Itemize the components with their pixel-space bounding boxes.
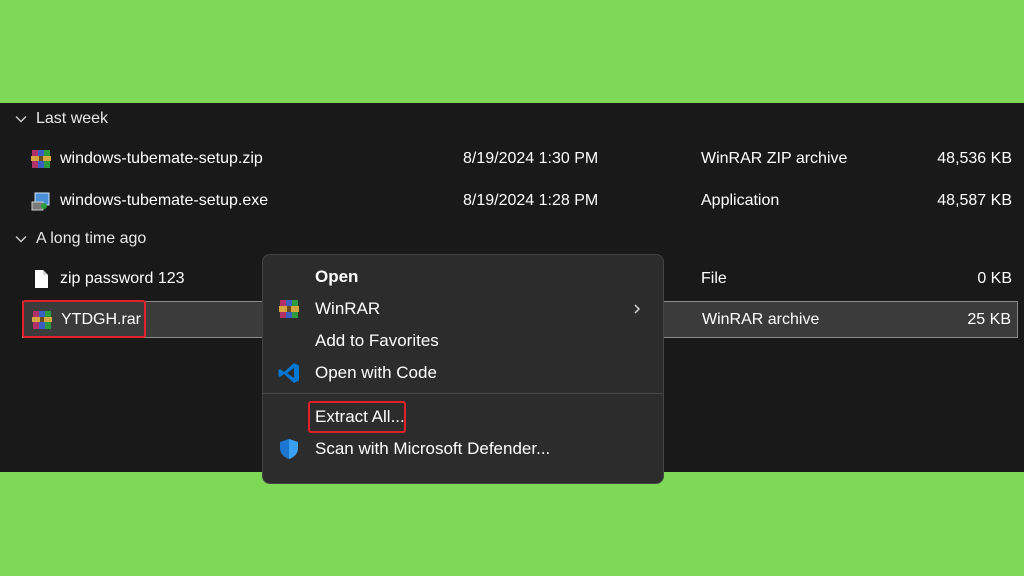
file-row-tubemate-exe[interactable]: windows-tubemate-setup.exe 8/19/2024 1:2…	[22, 183, 1018, 219]
group-header-long-ago[interactable]: A long time ago	[14, 225, 146, 253]
menu-item-open-with-code[interactable]: Open with Code	[271, 357, 655, 389]
menu-item-add-favorites[interactable]: Add to Favorites	[271, 325, 655, 357]
menu-label: Open	[315, 267, 359, 286]
group-header-last-week[interactable]: Last week	[14, 105, 108, 133]
menu-label: Extract All...	[315, 407, 405, 426]
menu-label: Scan with Microsoft Defender...	[315, 439, 551, 458]
file-type: WinRAR archive	[702, 310, 820, 328]
menu-item-open[interactable]: Open	[271, 261, 655, 293]
winrar-archive-icon	[32, 310, 52, 329]
file-size: 0 KB	[977, 270, 1012, 287]
context-menu: Open WinRAR Add to Favorites Open with C…	[262, 254, 664, 484]
file-date: 8/19/2024 1:28 PM	[463, 192, 599, 209]
file-type: WinRAR ZIP archive	[701, 150, 848, 167]
file-name: YTDGH.rar	[61, 310, 141, 328]
group-label: Last week	[36, 110, 109, 127]
file-name: zip password 123	[60, 270, 185, 287]
file-name: windows-tubemate-setup.exe	[60, 192, 269, 209]
menu-separator	[263, 393, 663, 394]
shield-icon	[280, 439, 298, 459]
chevron-down-icon	[15, 116, 27, 123]
file-type: File	[701, 270, 727, 287]
file-date: 8/19/2024 1:30 PM	[463, 150, 599, 167]
blank-file-icon	[35, 270, 48, 288]
file-size: 25 KB	[967, 310, 1011, 328]
winrar-icon	[279, 300, 299, 318]
menu-label: WinRAR	[315, 299, 381, 318]
installer-icon	[31, 192, 50, 211]
chevron-right-icon	[634, 304, 640, 314]
file-name: windows-tubemate-setup.zip	[60, 150, 263, 167]
menu-label: Open with Code	[315, 363, 437, 382]
menu-item-scan-defender[interactable]: Scan with Microsoft Defender...	[271, 433, 655, 465]
file-row-tubemate-zip[interactable]: windows-tubemate-setup.zip 8/19/2024 1:3…	[22, 141, 1018, 177]
menu-item-winrar[interactable]: WinRAR	[271, 293, 655, 325]
menu-item-extract-all[interactable]: Extract All...	[271, 401, 655, 433]
winrar-archive-icon	[31, 150, 51, 168]
group-label: A long time ago	[36, 230, 147, 247]
file-size: 48,587 KB	[937, 192, 1012, 209]
chevron-down-icon	[15, 236, 27, 243]
file-type: Application	[701, 192, 780, 209]
file-size: 48,536 KB	[937, 150, 1012, 167]
vscode-icon	[278, 363, 299, 383]
menu-label: Add to Favorites	[315, 331, 439, 350]
